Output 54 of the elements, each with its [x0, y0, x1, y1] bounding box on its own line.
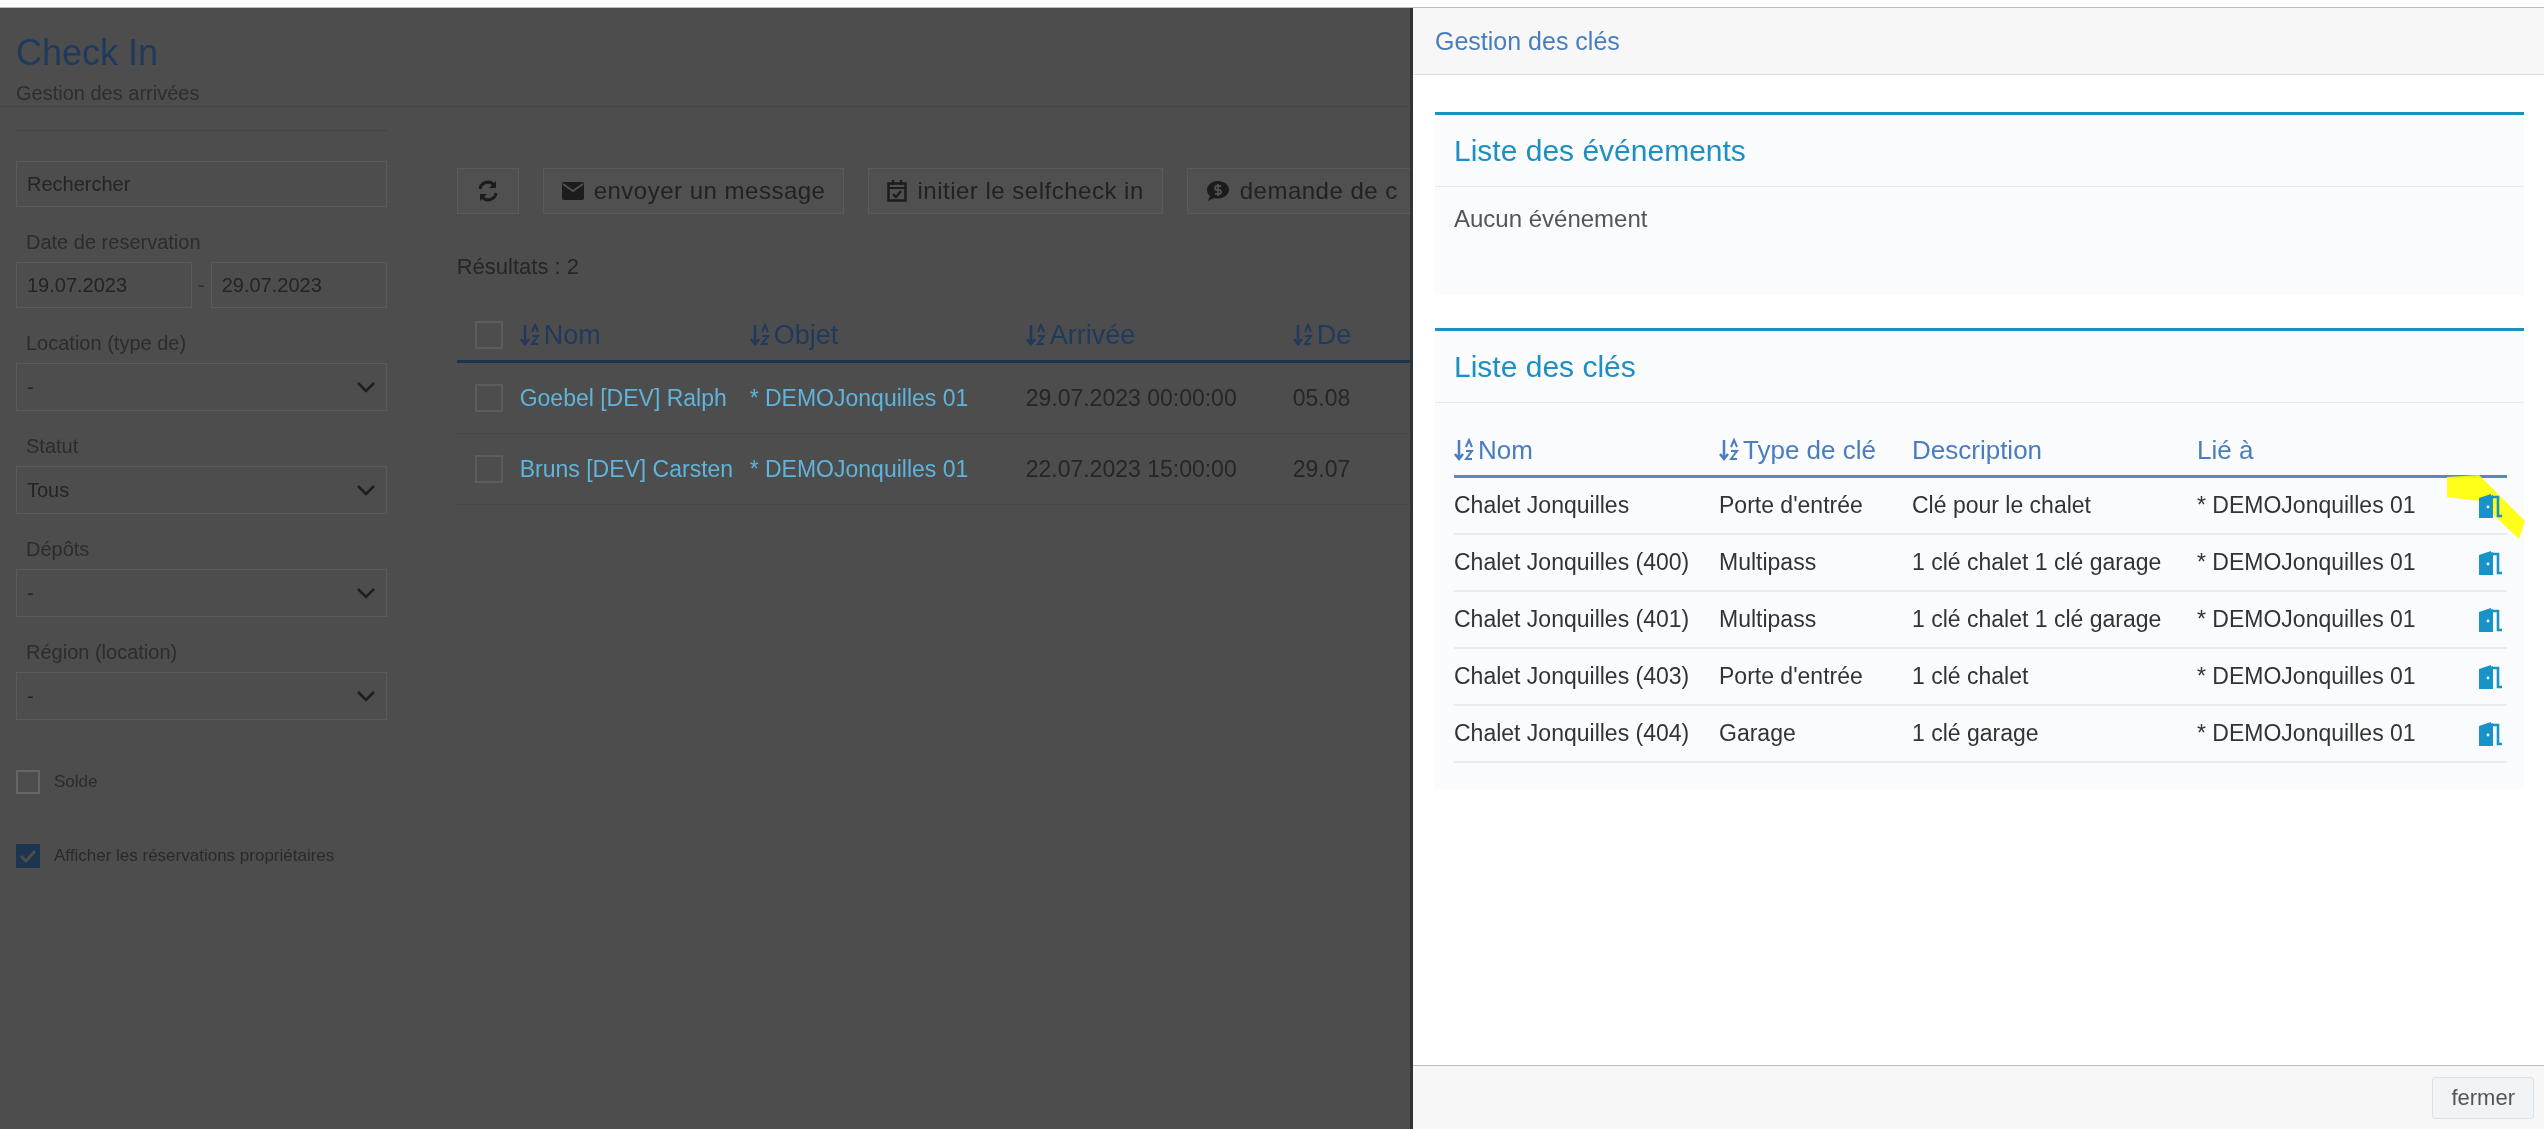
table-cell: * DEMOJonquilles 01 [2197, 720, 2416, 747]
table-cell: * DEMOJonquilles 01 [2197, 549, 2416, 576]
guest-link[interactable]: Bruns [DEV] Carsten [519, 455, 734, 483]
table-cell: Chalet Jonquilles (403) [1454, 663, 1690, 690]
select-field[interactable]: - [16, 672, 387, 720]
object-link[interactable]: * DEMOJonquilles 01 [749, 384, 969, 412]
chevron-down-icon [355, 484, 376, 496]
envelope-icon [561, 182, 584, 200]
table-cell: 1 clé chalet 1 clé garage [1912, 606, 2162, 633]
guest-link[interactable]: Goebel [DEV] Ralph [519, 384, 727, 412]
table-cell: Chalet Jonquilles (400) [1454, 549, 1690, 576]
table-cell: * DEMOJonquilles 01 [2197, 492, 2416, 519]
empty-message: Aucun événement [1454, 205, 1648, 232]
column-header[interactable]: Type de clé [1743, 434, 1876, 466]
card-title: Liste des événements [1454, 133, 1746, 168]
object-link[interactable]: * DEMOJonquilles 01 [749, 455, 969, 483]
table-cell: Clé pour le chalet [1912, 492, 2091, 519]
checkbox[interactable] [16, 844, 40, 868]
chevron-down-icon [355, 381, 376, 393]
column-header[interactable]: Nom [1478, 434, 1533, 466]
chevron-down-icon [355, 587, 376, 599]
door-icon[interactable] [2477, 549, 2503, 576]
calendar-icon [887, 180, 908, 202]
close-button[interactable]: fermer [2432, 1076, 2534, 1119]
door-icon[interactable] [2477, 606, 2503, 633]
checkbox[interactable] [16, 770, 40, 794]
chevron-down-icon [355, 690, 376, 702]
date-separator: - [198, 273, 205, 297]
chat-dollar-icon [1205, 180, 1230, 202]
table-cell: 1 clé garage [1912, 720, 2039, 747]
table-cell: * DEMOJonquilles 01 [2197, 606, 2416, 633]
table-cell: Porte d'entrée [1719, 492, 1863, 519]
table-cell: 1 clé chalet 1 clé garage [1912, 549, 2162, 576]
select-field[interactable]: - [16, 569, 387, 617]
sort-icon[interactable] [1719, 438, 1739, 462]
column-header: Lié à [2197, 434, 2254, 466]
door-icon[interactable] [2477, 663, 2503, 690]
table-cell: Chalet Jonquilles (401) [1454, 606, 1690, 633]
table-cell: Chalet Jonquilles (404) [1454, 720, 1690, 747]
table-cell: Porte d'entrée [1719, 663, 1863, 690]
check-icon [19, 849, 37, 863]
table-cell: Multipass [1719, 606, 1817, 633]
table-cell: * DEMOJonquilles 01 [2197, 663, 2416, 690]
sort-icon[interactable] [1454, 438, 1474, 462]
table-cell: Chalet Jonquilles [1454, 492, 1630, 519]
refresh-button[interactable] [456, 168, 519, 214]
dialog-title: Gestion des clés [1435, 26, 1620, 56]
table-cell: Garage [1719, 720, 1796, 747]
table-cell: Multipass [1719, 549, 1817, 576]
card-title: Liste des clés [1454, 349, 1636, 384]
table-cell: 1 clé chalet [1912, 663, 2029, 690]
column-header: Description [1912, 434, 2043, 466]
door-icon[interactable] [2477, 720, 2503, 747]
select-field[interactable]: - [16, 363, 387, 411]
